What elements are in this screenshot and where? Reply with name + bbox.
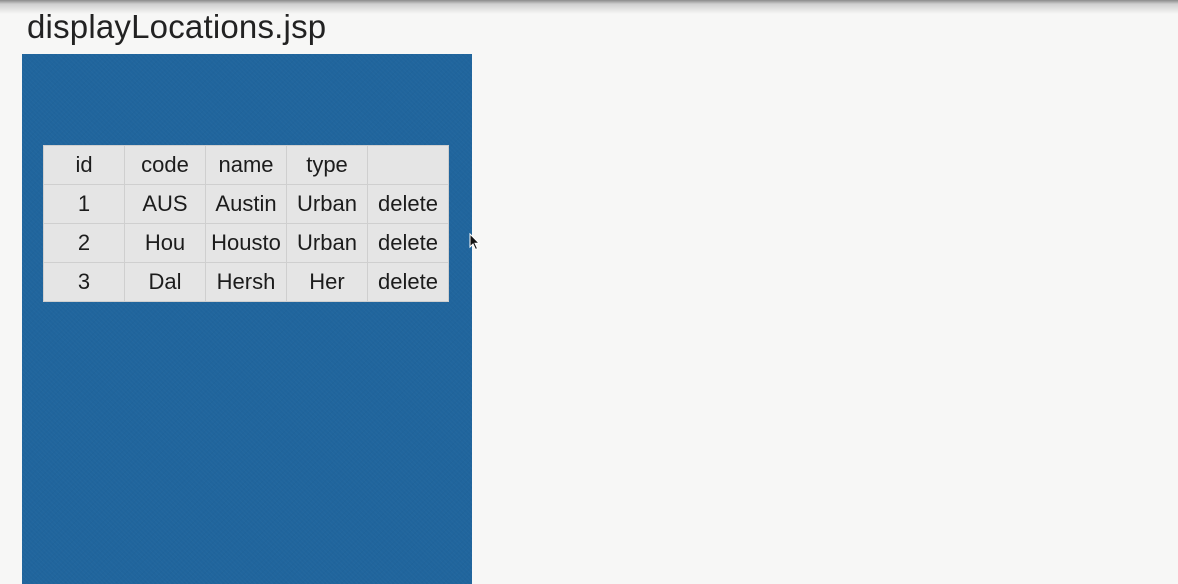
cell-id: 2: [43, 223, 125, 263]
header-type: type: [286, 145, 368, 185]
header-name: name: [205, 145, 287, 185]
cell-type: Urban: [286, 184, 368, 224]
delete-link[interactable]: delete: [367, 262, 449, 302]
cell-code: Dal: [124, 262, 206, 302]
cell-name: Austin: [205, 184, 287, 224]
locations-table: id code name type 1 AUS Austin Urban del…: [43, 145, 449, 302]
table-row: 2 Hou Housto Urban delete: [43, 223, 449, 263]
page-title: displayLocations.jsp: [27, 8, 327, 45]
cell-name: Housto: [205, 223, 287, 263]
header-code: code: [124, 145, 206, 185]
header-id: id: [43, 145, 125, 185]
table-row: 3 Dal Hersh Her delete: [43, 262, 449, 302]
cell-id: 1: [43, 184, 125, 224]
cell-type: Her: [286, 262, 368, 302]
table-row: 1 AUS Austin Urban delete: [43, 184, 449, 224]
table-header-row: id code name type: [43, 145, 449, 185]
cell-code: AUS: [124, 184, 206, 224]
mouse-pointer-icon: [469, 233, 481, 251]
header-action: [367, 145, 449, 185]
cell-code: Hou: [124, 223, 206, 263]
content-panel: id code name type 1 AUS Austin Urban del…: [22, 54, 472, 584]
delete-link[interactable]: delete: [367, 223, 449, 263]
cell-id: 3: [43, 262, 125, 302]
cell-name: Hersh: [205, 262, 287, 302]
delete-link[interactable]: delete: [367, 184, 449, 224]
cell-type: Urban: [286, 223, 368, 263]
